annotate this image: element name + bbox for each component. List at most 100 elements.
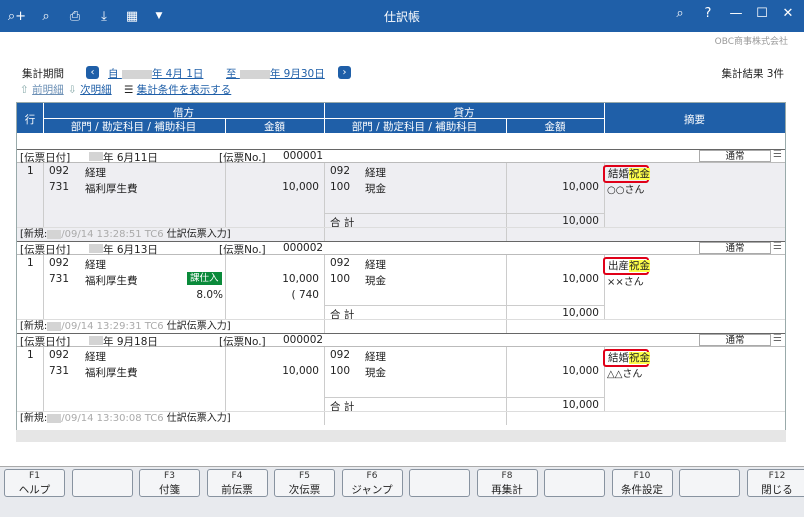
footer-time: /09/14 13:28:51 TC6 xyxy=(61,229,164,240)
fkey-number: F12 xyxy=(768,471,786,481)
credit-account-name: 現金 xyxy=(365,275,386,287)
to-date: 年 9月30日 xyxy=(269,68,325,80)
redacted-year xyxy=(89,244,103,253)
fkey-button[interactable]: F3 付箋 xyxy=(139,469,200,497)
slip-no: 000002 xyxy=(283,242,324,254)
redacted-year xyxy=(47,321,62,331)
slip-date: 年 6月11日 xyxy=(103,152,158,164)
fkey-button[interactable]: F12 閉じる xyxy=(746,469,804,497)
total-amount: 10,000 xyxy=(562,399,599,411)
help-icon[interactable]: ? xyxy=(698,6,718,26)
maximize-icon[interactable]: ☐ xyxy=(752,6,772,26)
debit-amount: 10,000 xyxy=(282,181,319,193)
fkey-label: ジャンプ xyxy=(351,484,393,496)
debit-account-name: 福利厚生費 xyxy=(85,275,138,287)
redacted-year xyxy=(89,336,103,345)
col-credit-amount: 金額 xyxy=(544,121,566,133)
fkey-button[interactable] xyxy=(544,469,605,497)
debit-dept-code: 092 xyxy=(49,349,70,361)
tax-rate: 8.0% xyxy=(196,289,223,301)
minimize-icon[interactable]: — xyxy=(726,6,746,26)
period-next-button[interactable]: › xyxy=(338,66,351,79)
memo-name: ○○さん xyxy=(607,185,645,196)
period-to[interactable]: 至 年 9月30日 xyxy=(226,66,325,81)
redacted-year xyxy=(47,413,62,423)
table-header: 行 借方 貸方 摘要 部門 / 勘定科目 / 補助科目 金額 部門 / 勘定科目… xyxy=(17,103,785,133)
status-badge: 通常 xyxy=(699,242,771,254)
debit-dept-code: 092 xyxy=(49,257,70,269)
next-detail-button[interactable]: ⇩ 次明細 xyxy=(68,82,112,97)
memo-highlight: 祝金 xyxy=(629,168,650,180)
period-prev-button[interactable]: ‹ xyxy=(86,66,99,79)
redacted-year xyxy=(239,69,270,79)
slip-footer: [新規: /09/14 13:28:51 TC6 仕訳伝票入力] xyxy=(17,227,785,241)
slip-footer: [新規: /09/14 13:30:08 TC6 仕訳伝票入力] xyxy=(17,411,785,425)
period-label: 集計期間 xyxy=(22,68,64,80)
show-conditions-label: 集計条件を表示する xyxy=(136,84,232,96)
line-number: 1 xyxy=(27,349,34,361)
menu-icon[interactable]: ☰ xyxy=(773,241,783,252)
footer-source: 仕訳伝票入力] xyxy=(166,321,231,332)
memo-name: △△さん xyxy=(607,369,643,380)
horizontal-scrollbar[interactable] xyxy=(16,430,786,442)
journal-slip[interactable]: [伝票日付] 年 9月18日 [伝票No.] 000002 通常 ☰ 1 092… xyxy=(17,333,785,425)
credit-dept-code: 092 xyxy=(330,257,351,269)
memo-highlight: 祝金 xyxy=(629,260,650,272)
search-icon[interactable]: ⌕ xyxy=(670,6,690,26)
col-credit-dept: 部門 / 勘定科目 / 補助科目 xyxy=(351,121,478,133)
from-prefix: 自 xyxy=(108,68,119,80)
menu-icon[interactable]: ☰ xyxy=(773,333,783,344)
credit-dept-name: 経理 xyxy=(365,259,386,271)
journal-slip[interactable]: [伝票日付] 年 6月13日 [伝票No.] 000002 通常 ☰ 1 092… xyxy=(17,241,785,333)
credit-amount: 10,000 xyxy=(562,181,599,193)
period-from[interactable]: 自 年 4月 1日 xyxy=(108,66,203,81)
footer-source: 仕訳伝票入力] xyxy=(166,413,231,424)
fkey-button[interactable]: F4 前伝票 xyxy=(206,469,268,497)
credit-account-name: 現金 xyxy=(365,183,386,195)
debit-account-code: 731 xyxy=(49,365,70,377)
footer-source: 仕訳伝票入力] xyxy=(166,229,231,240)
credit-account-name: 現金 xyxy=(365,367,386,379)
fkey-button[interactable]: F8 再集計 xyxy=(476,469,538,497)
menu-icon[interactable]: ☰ xyxy=(773,149,783,160)
footer-prefix: [新規: xyxy=(20,413,48,424)
memo-prefix: 出産 xyxy=(608,260,629,272)
credit-amount: 10,000 xyxy=(562,273,599,285)
result-count: 集計結果 3件 xyxy=(721,68,784,80)
slip-header: [伝票日付] 年 9月18日 [伝票No.] 000002 xyxy=(17,333,785,348)
fkey-button[interactable]: F6 ジャンプ xyxy=(341,469,403,497)
list-icon: ☰ xyxy=(124,84,134,96)
fkey-button[interactable]: F1 ヘルプ xyxy=(4,469,65,497)
fkey-number: F6 xyxy=(366,471,378,481)
slip-no: 000001 xyxy=(283,150,324,162)
close-icon[interactable]: ✕ xyxy=(778,6,798,26)
status-badge: 通常 xyxy=(699,150,771,162)
fkey-label: 条件設定 xyxy=(621,484,663,496)
col-memo: 摘要 xyxy=(684,114,705,126)
fkey-button[interactable] xyxy=(679,469,740,497)
col-line: 行 xyxy=(24,114,36,126)
fkey-label: 閉じる xyxy=(761,484,793,496)
date-label: [伝票日付] xyxy=(20,152,71,164)
memo-name: ××さん xyxy=(607,277,644,288)
fkey-label: 再集計 xyxy=(491,484,523,496)
fkey-label: 前伝票 xyxy=(221,484,253,496)
debit-account-code: 731 xyxy=(49,181,70,193)
fkey-button[interactable]: F5 次伝票 xyxy=(274,469,335,497)
slip-date: 年 6月13日 xyxy=(103,244,158,256)
col-debit-amount: 金額 xyxy=(264,121,285,133)
journal-slip[interactable]: [伝票日付] 年 6月11日 [伝票No.] 000001 通常 ☰ 1 092… xyxy=(17,149,785,241)
debit-account-name: 福利厚生費 xyxy=(85,183,138,195)
col-debit-dept: 部門 / 勘定科目 / 補助科目 xyxy=(70,121,197,133)
fkey-button[interactable] xyxy=(409,469,470,497)
fkey-number: F5 xyxy=(299,471,310,481)
slip-footer: [新規: /09/14 13:29:31 TC6 仕訳伝票入力] xyxy=(17,319,785,333)
fkey-label: 付箋 xyxy=(159,484,180,496)
prev-detail-button[interactable]: ⇧ 前明細 xyxy=(20,82,64,97)
fkey-button[interactable]: F10 条件設定 xyxy=(611,469,673,497)
debit-dept-name: 経理 xyxy=(85,167,106,179)
fkey-button[interactable] xyxy=(71,469,133,497)
slip-header: [伝票日付] 年 6月11日 [伝票No.] 000001 xyxy=(17,149,785,164)
show-conditions-button[interactable]: ☰ 集計条件を表示する xyxy=(124,82,231,97)
prev-detail-label: 前明細 xyxy=(32,84,64,96)
